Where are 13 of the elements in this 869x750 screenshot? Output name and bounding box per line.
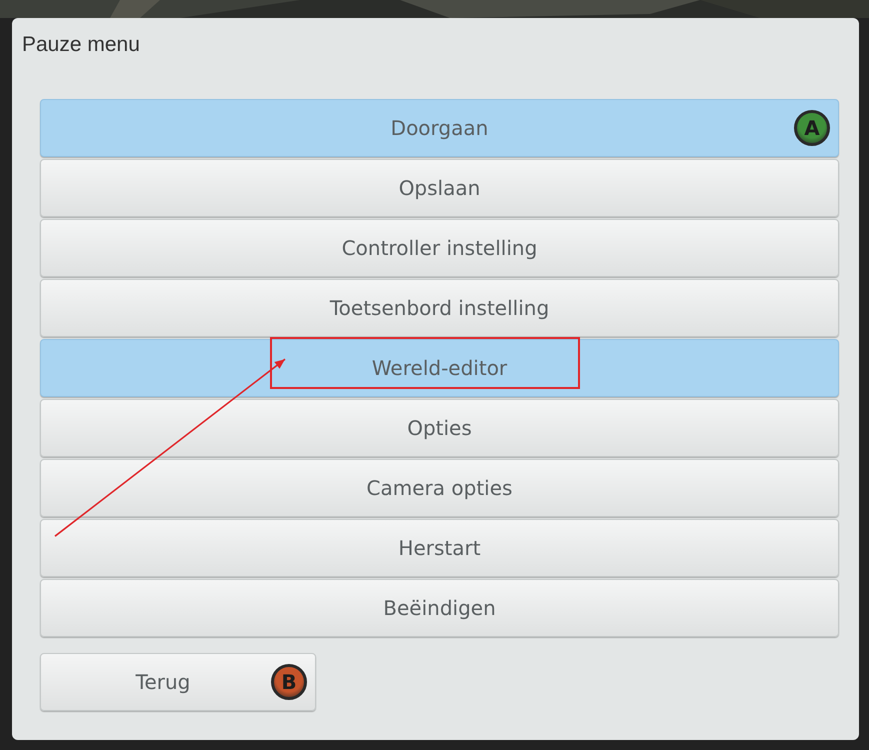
- menu-button[interactable]: Camera opties: [40, 459, 839, 518]
- back-button[interactable]: Terug B: [40, 653, 316, 712]
- controller-key-icon: A: [794, 110, 830, 146]
- menu-button[interactable]: Wereld-editor: [40, 339, 839, 398]
- menu-button[interactable]: Doorgaan A: [40, 99, 839, 158]
- menu-button[interactable]: Beëindigen: [40, 579, 839, 638]
- menu-button[interactable]: Opslaan: [40, 159, 839, 218]
- menu-button[interactable]: Opties: [40, 399, 839, 458]
- window-title: Pauze menu: [22, 32, 141, 58]
- menu-button[interactable]: Controller instelling: [40, 219, 839, 278]
- menu-button[interactable]: Toetsenbord instelling: [40, 279, 839, 338]
- controller-key-icon: B: [271, 664, 307, 700]
- menu-button[interactable]: Herstart: [40, 519, 839, 578]
